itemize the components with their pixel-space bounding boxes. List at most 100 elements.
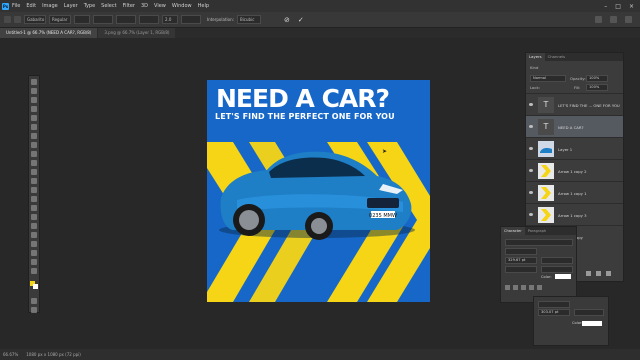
layer-row[interactable]: Layer 1 bbox=[526, 137, 623, 160]
lasso-tool-icon[interactable] bbox=[31, 97, 37, 103]
blur-tool-icon[interactable] bbox=[31, 196, 37, 202]
tab-layers[interactable]: Layers bbox=[526, 53, 545, 61]
menu-type[interactable]: Type bbox=[84, 3, 95, 9]
visibility-eye-icon[interactable] bbox=[529, 213, 533, 216]
font-size-field[interactable]: 329.67 pt bbox=[505, 257, 537, 264]
font-style-select-2[interactable] bbox=[538, 301, 570, 308]
text-color-swatch[interactable] bbox=[555, 274, 571, 279]
trash-icon[interactable] bbox=[606, 271, 611, 276]
interpolation-select[interactable]: Bicubic bbox=[236, 15, 261, 24]
zoom-level[interactable]: 66.67% bbox=[3, 352, 18, 357]
reference-point-icon[interactable] bbox=[14, 16, 21, 23]
menu-image[interactable]: Image bbox=[42, 3, 58, 9]
layer-row[interactable]: T LET'S FIND THE ... ONE FOR YOU bbox=[526, 93, 623, 116]
menu-help[interactable]: Help bbox=[198, 3, 209, 9]
tab-character[interactable]: Character bbox=[501, 227, 525, 235]
more-tools-icon[interactable] bbox=[31, 268, 37, 274]
menu-window[interactable]: Window bbox=[172, 3, 192, 9]
blend-mode-select[interactable]: Normal bbox=[530, 75, 566, 82]
maximize-icon[interactable]: □ bbox=[615, 3, 621, 10]
frame-tool-icon[interactable] bbox=[31, 124, 37, 130]
healing-brush-tool-icon[interactable] bbox=[31, 142, 37, 148]
workspace-icon[interactable] bbox=[610, 16, 617, 23]
visibility-eye-icon[interactable] bbox=[529, 103, 533, 106]
faux-italic-icon[interactable] bbox=[513, 285, 518, 290]
crop-tool-icon[interactable] bbox=[31, 115, 37, 121]
font-family-field[interactable]: Gabarito bbox=[24, 15, 46, 24]
menu-edit[interactable]: Edit bbox=[26, 3, 36, 9]
clone-stamp-tool-icon[interactable] bbox=[31, 160, 37, 166]
quick-select-tool-icon[interactable] bbox=[31, 106, 37, 112]
layer-row[interactable]: Arrow 1 copy 2 bbox=[526, 159, 623, 182]
type-tool-icon[interactable] bbox=[31, 223, 37, 229]
move-tool-icon[interactable] bbox=[31, 79, 37, 85]
width-field[interactable] bbox=[116, 15, 136, 24]
text-color-swatch-2[interactable] bbox=[582, 321, 602, 326]
leading-field[interactable] bbox=[541, 257, 573, 264]
cancel-transform-icon[interactable]: ⊘ bbox=[284, 16, 290, 24]
dodge-tool-icon[interactable] bbox=[31, 205, 37, 211]
all-caps-icon[interactable] bbox=[521, 285, 526, 290]
visibility-eye-icon[interactable] bbox=[529, 125, 533, 128]
tab-untitled-1[interactable]: Untitled-1 @ 66.7% (NEED A CAR?, RGB/8) bbox=[0, 28, 98, 38]
history-brush-tool-icon[interactable] bbox=[31, 169, 37, 175]
link-layers-icon[interactable] bbox=[586, 271, 591, 276]
opacity-field[interactable]: 100% bbox=[586, 75, 608, 82]
photoshop-logo-icon[interactable]: Ps bbox=[2, 2, 9, 10]
fill-field[interactable]: 100% bbox=[586, 84, 608, 91]
eraser-tool-icon[interactable] bbox=[31, 178, 37, 184]
tab-channels[interactable]: Channels bbox=[545, 53, 569, 61]
zoom-tool-icon[interactable] bbox=[31, 259, 37, 265]
underline-icon[interactable] bbox=[537, 285, 542, 290]
faux-bold-icon[interactable] bbox=[505, 285, 510, 290]
layer-row[interactable]: Arrow 1 copy 1 bbox=[526, 181, 623, 204]
visibility-eye-icon[interactable] bbox=[529, 169, 533, 172]
rectangle-tool-icon[interactable] bbox=[31, 241, 37, 247]
hand-tool-icon[interactable] bbox=[31, 250, 37, 256]
quick-mask-icon[interactable] bbox=[31, 298, 37, 304]
brush-tool-icon[interactable] bbox=[31, 151, 37, 157]
visibility-eye-icon[interactable] bbox=[529, 191, 533, 194]
height-field[interactable] bbox=[139, 15, 159, 24]
background-color-swatch[interactable] bbox=[33, 284, 38, 289]
visibility-eye-icon[interactable] bbox=[529, 147, 533, 150]
menu-select[interactable]: Select bbox=[101, 3, 116, 9]
y-field[interactable] bbox=[93, 15, 113, 24]
marquee-tool-icon[interactable] bbox=[31, 88, 37, 94]
layer-row[interactable]: Arrow 1 copy 3 bbox=[526, 203, 623, 226]
search-icon[interactable] bbox=[595, 16, 602, 23]
font-size-field-2[interactable]: 303.07 pt bbox=[538, 309, 570, 316]
layer-row-selected[interactable]: T NEED A CAR? bbox=[526, 115, 623, 138]
minimize-icon[interactable]: – bbox=[604, 3, 607, 10]
skew-field[interactable] bbox=[181, 15, 201, 24]
x-field[interactable] bbox=[74, 15, 90, 24]
pen-tool-icon[interactable] bbox=[31, 214, 37, 220]
new-layer-icon[interactable] bbox=[596, 271, 601, 276]
opacity-label: Opacity: bbox=[570, 76, 586, 81]
screen-mode-icon[interactable] bbox=[31, 307, 37, 313]
share-icon[interactable] bbox=[625, 16, 632, 23]
font-family-select[interactable] bbox=[505, 239, 573, 246]
menu-filter[interactable]: Filter bbox=[123, 3, 135, 9]
document-canvas[interactable]: 0235 MMW NEED A CAR? LET'S FIND THE PERF… bbox=[207, 80, 430, 302]
font-style-field[interactable]: Regular bbox=[49, 15, 71, 24]
tab-paragraph[interactable]: Paragraph bbox=[525, 227, 549, 235]
menu-3d[interactable]: 3D bbox=[141, 3, 148, 9]
font-style-select[interactable] bbox=[505, 248, 537, 255]
layer-kind-filter[interactable]: Kind bbox=[530, 65, 560, 70]
commit-transform-icon[interactable]: ✓ bbox=[298, 16, 304, 24]
small-caps-icon[interactable] bbox=[529, 285, 534, 290]
tracking-field[interactable] bbox=[541, 266, 573, 273]
angle-field[interactable]: 2.0 bbox=[162, 15, 178, 24]
kerning-field[interactable] bbox=[505, 266, 537, 273]
tab-3-png[interactable]: 3.png @ 66.7% (Layer 1, RGB/8) bbox=[98, 28, 176, 38]
gradient-tool-icon[interactable] bbox=[31, 187, 37, 193]
eyedropper-tool-icon[interactable] bbox=[31, 133, 37, 139]
menu-file[interactable]: File bbox=[12, 3, 20, 9]
menu-view[interactable]: View bbox=[154, 3, 166, 9]
menu-layer[interactable]: Layer bbox=[64, 3, 78, 9]
path-selection-tool-icon[interactable] bbox=[31, 232, 37, 238]
close-icon[interactable]: × bbox=[629, 3, 634, 10]
move-tool-icon[interactable] bbox=[4, 16, 11, 23]
leading-field-2[interactable] bbox=[574, 309, 604, 316]
